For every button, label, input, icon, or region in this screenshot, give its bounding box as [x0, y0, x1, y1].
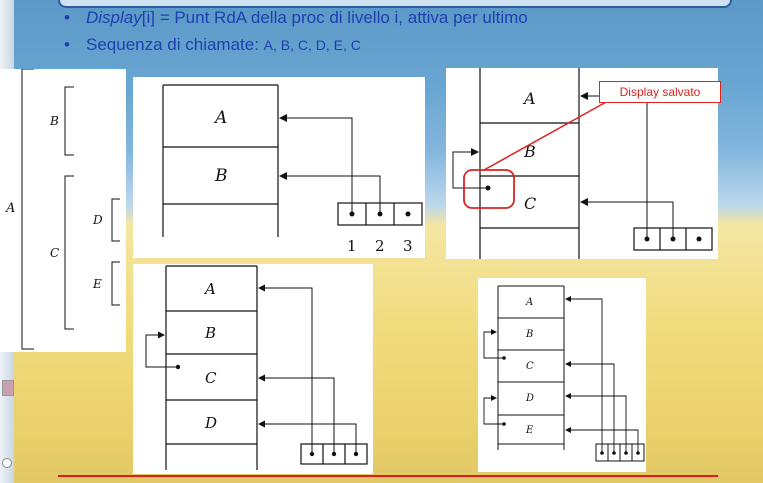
stack-figure-3-diagram: A B C D	[145, 265, 368, 470]
bullet-sequence-values: A, B, C, D, E, C	[263, 37, 361, 53]
fig1-index-1: 1	[347, 237, 357, 255]
tree-label-a: A	[5, 201, 15, 216]
fig2-label-a: A	[522, 89, 536, 108]
nesting-tree-diagram: A B C D E	[5, 69, 120, 350]
fig4-label-d: D	[525, 393, 534, 404]
bullet-dot: •	[64, 8, 70, 27]
fig4-label-e: E	[525, 425, 534, 436]
bullet-sequence: • Sequenza di chiamate: A, B, C, D, E, C	[64, 35, 361, 55]
display-saved-callout: Display salvato	[599, 81, 721, 103]
fig3-label-d: D	[204, 414, 217, 432]
bullet-display: • Display[i] = Punt RdA della proc di liv…	[64, 8, 528, 28]
fig3-label-c: C	[205, 369, 217, 387]
bullet-display-term: Display	[86, 8, 142, 27]
circle-icon	[2, 458, 12, 468]
stack-figure-3: A B C D	[133, 264, 373, 474]
fig1-index-2: 2	[375, 237, 385, 255]
fig2-label-c: C	[524, 194, 536, 213]
fig4-label-c: C	[526, 361, 534, 372]
bottom-divider	[58, 475, 718, 477]
stack-figure-1: A B 1 2 3	[133, 77, 425, 258]
tree-label-d: D	[92, 213, 103, 227]
title-frame	[58, 0, 732, 8]
bullet-sequence-prefix: Sequenza di chiamate:	[86, 35, 264, 54]
tree-label-c: C	[50, 246, 59, 260]
fig1-label-b: B	[214, 166, 228, 186]
stack-figure-1-diagram: A B 1 2 3	[162, 84, 423, 255]
bullet-display-text: [i] = Punt RdA della proc di livello i, …	[141, 8, 528, 27]
bullet-dot: •	[64, 35, 70, 54]
callout-leader-line	[483, 100, 609, 171]
tree-label-b: B	[49, 114, 59, 128]
nesting-tree-panel: A B C D E	[0, 69, 126, 352]
fig3-label-a: A	[203, 280, 216, 298]
fig3-label-b: B	[204, 324, 216, 342]
fig1-index-3: 3	[403, 237, 413, 255]
sidebar-thumbnail-icon	[2, 380, 14, 396]
stack-figure-4-diagram: A B C D E	[483, 285, 645, 462]
fig4-label-b: B	[525, 329, 533, 340]
fig1-label-a: A	[213, 108, 227, 128]
fig4-label-a: A	[525, 297, 533, 308]
tree-label-e: E	[92, 277, 102, 291]
stack-figure-4: A B C D E	[478, 278, 646, 472]
